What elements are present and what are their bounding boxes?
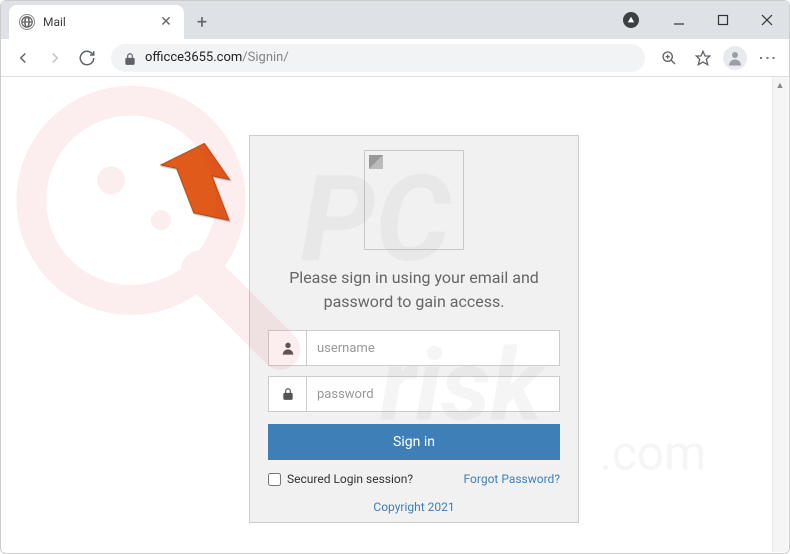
scroll-up-icon[interactable]: ▲ xyxy=(772,77,788,93)
annotation-arrow-icon xyxy=(158,143,248,223)
password-group xyxy=(268,376,560,412)
scrollbar[interactable]: ▲ xyxy=(772,77,788,552)
zoom-icon[interactable] xyxy=(655,44,683,72)
forward-button[interactable] xyxy=(41,44,69,72)
lock-field-icon xyxy=(268,376,306,412)
tab-title: Mail xyxy=(43,15,150,29)
password-input[interactable] xyxy=(306,376,560,412)
username-input[interactable] xyxy=(306,330,560,366)
url-text: officce3655.com/Signin/ xyxy=(145,50,289,65)
broken-image-icon xyxy=(364,150,464,250)
window-controls xyxy=(623,1,789,39)
options-row: Secured Login session? Forgot Password? xyxy=(268,472,560,486)
incognito-badge-icon xyxy=(623,12,639,28)
browser-window: Mail ✕ + officce3655.com/Signin/ ⋮ xyxy=(0,0,790,554)
secured-label: Secured Login session? xyxy=(287,472,413,486)
reload-button[interactable] xyxy=(73,44,101,72)
login-card: Please sign in using your email and pass… xyxy=(249,135,579,523)
url-path: /Signin/ xyxy=(242,50,288,65)
copyright-text: Copyright 2021 xyxy=(268,500,560,514)
toolbar: officce3655.com/Signin/ ⋮ xyxy=(1,39,789,77)
user-icon xyxy=(268,330,306,366)
address-bar[interactable]: officce3655.com/Signin/ xyxy=(111,44,645,72)
signin-message: Please sign in using your email and pass… xyxy=(268,266,560,314)
lock-icon xyxy=(123,51,137,65)
back-button[interactable] xyxy=(9,44,37,72)
maximize-button[interactable] xyxy=(701,5,745,35)
new-tab-button[interactable]: + xyxy=(188,8,216,36)
secured-checkbox-input[interactable] xyxy=(268,473,281,486)
browser-tab[interactable]: Mail ✕ xyxy=(9,5,184,39)
profile-avatar[interactable] xyxy=(723,46,747,70)
minimize-button[interactable] xyxy=(657,5,701,35)
close-window-button[interactable] xyxy=(745,5,789,35)
bookmark-icon[interactable] xyxy=(689,44,717,72)
forgot-password-link[interactable]: Forgot Password? xyxy=(464,472,560,486)
menu-button[interactable]: ⋮ xyxy=(753,44,781,72)
url-domain: officce3655.com xyxy=(145,50,242,65)
secured-session-checkbox[interactable]: Secured Login session? xyxy=(268,472,413,486)
globe-icon xyxy=(19,14,35,30)
tab-bar: Mail ✕ + xyxy=(1,1,789,39)
close-tab-button[interactable]: ✕ xyxy=(158,14,174,30)
page-content: ▲ Please sign in using your email and pa… xyxy=(2,77,788,552)
signin-button[interactable]: Sign in xyxy=(268,424,560,460)
username-group xyxy=(268,330,560,366)
